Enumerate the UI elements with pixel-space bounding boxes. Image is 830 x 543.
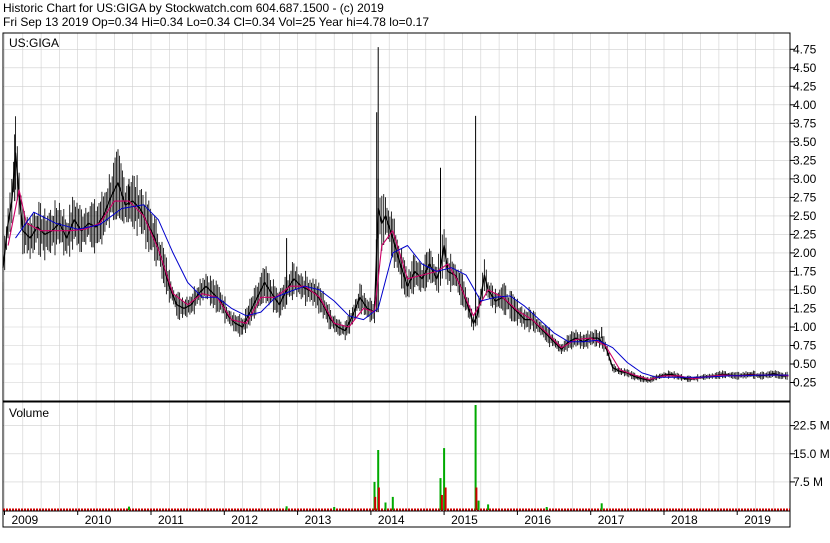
volume-bar xyxy=(477,500,480,510)
date-tick-label: 2009 xyxy=(12,513,39,527)
date-tick-label: 2019 xyxy=(744,513,771,527)
volume-axis-ticks: 7.5 M 15.0 M 22.5 M xyxy=(790,419,830,489)
short-moving-average-line xyxy=(7,189,789,381)
volume-bar xyxy=(545,507,548,510)
price-tick-label: 2.00 xyxy=(793,246,817,260)
date-tick-label: 2013 xyxy=(305,513,332,527)
price-volume-chart: US:GIGA Volume 0.25 0.50 0.75 1.00 1.25 1.50 1… xyxy=(2,32,830,528)
volume-bar xyxy=(333,507,336,510)
price-tick-label: 0.25 xyxy=(793,376,817,390)
price-series xyxy=(2,47,789,383)
volume-bar xyxy=(374,496,377,510)
volume-bar xyxy=(475,487,478,510)
date-tick-label: 2010 xyxy=(85,513,112,527)
price-tick-label: 4.75 xyxy=(793,42,817,56)
price-tick-label: 3.00 xyxy=(793,172,817,186)
price-tick-label: 3.25 xyxy=(793,153,817,167)
price-tick-label: 0.50 xyxy=(793,357,817,371)
volume-panel-frame xyxy=(2,401,791,512)
date-tick-label: 2014 xyxy=(378,513,405,527)
volume-bar xyxy=(377,487,380,510)
date-tick-label: 2011 xyxy=(158,513,184,527)
volume-label: Volume xyxy=(9,406,49,420)
volume-bar xyxy=(440,495,443,510)
date-axis-ticks: 2009 2010 2011 2012 2013 2014 2015 2016 2017 2018… xyxy=(4,511,771,527)
volume-bar xyxy=(600,503,603,511)
price-tick-label: 2.25 xyxy=(793,227,817,241)
volume-tick-label: 15.0 M xyxy=(793,447,830,461)
price-tick-label: 1.75 xyxy=(793,264,817,278)
volume-bars xyxy=(3,405,790,511)
volume-bar xyxy=(487,504,490,510)
symbol-label: US:GIGA xyxy=(9,36,59,50)
price-tick-label: 3.50 xyxy=(793,135,817,149)
price-tick-label: 2.75 xyxy=(793,190,817,204)
price-tick-label: 1.25 xyxy=(793,301,817,315)
long-moving-average-line xyxy=(15,204,789,378)
price-tick-label: 1.00 xyxy=(793,320,817,334)
volume-tick-label: 22.5 M xyxy=(793,419,830,433)
volume-bar xyxy=(384,502,387,510)
date-tick-label: 2017 xyxy=(598,513,625,527)
price-tick-label: 4.00 xyxy=(793,98,817,112)
date-tick-label: 2012 xyxy=(231,513,258,527)
volume-grid xyxy=(3,402,790,511)
volume-bar xyxy=(391,496,394,510)
volume-bar xyxy=(128,506,130,510)
price-tick-label: 4.50 xyxy=(793,61,817,75)
volume-tick-label: 7.5 M xyxy=(793,475,823,489)
price-tick-label: 0.75 xyxy=(793,339,817,353)
date-tick-label: 2015 xyxy=(451,513,478,527)
date-tick-label: 2018 xyxy=(671,513,698,527)
price-tick-label: 1.50 xyxy=(793,283,817,297)
volume-bar xyxy=(444,487,447,510)
price-tick-label: 3.75 xyxy=(793,116,817,130)
price-tick-label: 2.50 xyxy=(793,209,817,223)
price-axis-ticks: 0.25 0.50 0.75 1.00 1.25 1.50 1.75 2.00 2.25 2.50… xyxy=(790,42,817,390)
price-tick-label: 4.25 xyxy=(793,79,817,93)
date-tick-label: 2016 xyxy=(524,513,551,527)
volume-bar xyxy=(285,506,288,511)
